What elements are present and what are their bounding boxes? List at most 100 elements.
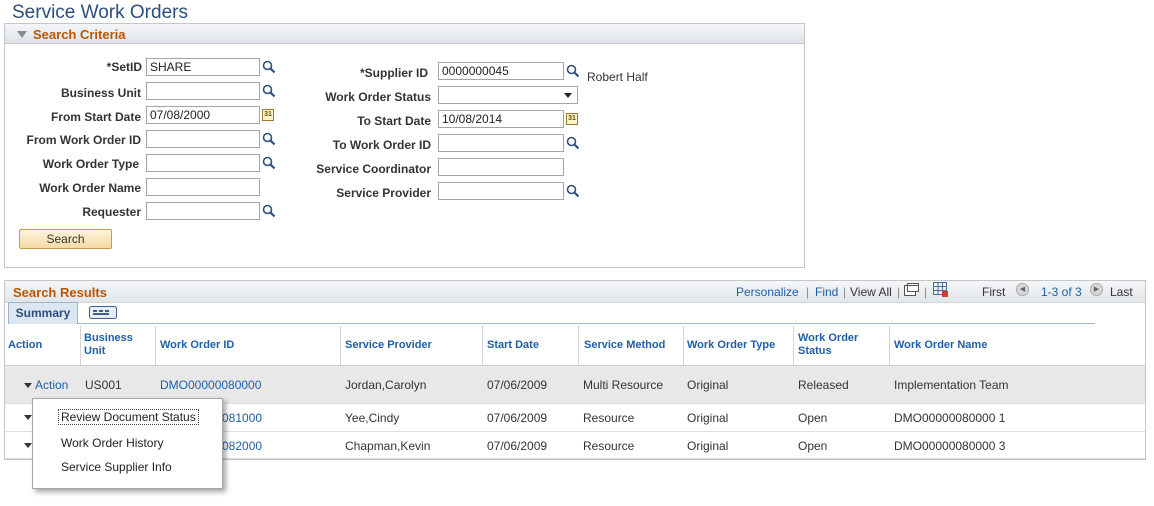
download-spreadsheet-icon[interactable]	[933, 282, 949, 297]
business-unit-label: Business Unit	[60, 86, 141, 100]
cell-work-order-name: DMO00000080000 1	[894, 411, 1006, 425]
header-separator: |	[897, 285, 901, 299]
from-start-date-input[interactable]: 07/08/2000	[146, 106, 260, 124]
view-all-link[interactable]: View All	[850, 285, 892, 299]
show-all-columns-icon[interactable]	[89, 306, 117, 319]
service-provider-input[interactable]	[438, 182, 564, 200]
requester-input[interactable]	[146, 202, 260, 220]
setid-lookup-icon[interactable]	[262, 60, 276, 74]
column-divider	[683, 326, 684, 366]
menu-item-work-order-history[interactable]: Work Order History	[61, 436, 163, 450]
first-label: First	[982, 285, 1006, 299]
work-order-type-label: Work Order Type	[42, 157, 139, 171]
cell-work-order-id-link[interactable]: DMO00000080000	[160, 378, 261, 392]
cell-business-unit: US001	[85, 378, 122, 392]
column-header-service-provider[interactable]: Service Provider	[345, 339, 432, 352]
column-header-service-method[interactable]: Service Method	[584, 339, 665, 352]
action-popup-menu: Review Document Status Work Order Histor…	[32, 398, 223, 489]
service-coordinator-input[interactable]	[438, 158, 564, 176]
work-order-status-select[interactable]	[438, 86, 578, 104]
cell-work-order-id-link[interactable]: 081000	[222, 411, 262, 425]
cell-service-method: Resource	[583, 411, 635, 425]
supplier-name: Robert Half	[587, 70, 648, 84]
from-work-order-id-lookup-icon[interactable]	[262, 132, 276, 146]
column-header-work-order-type[interactable]: Work Order Type	[687, 339, 775, 352]
menu-item-service-supplier-info[interactable]: Service Supplier Info	[61, 460, 172, 474]
header-separator: |	[843, 285, 847, 299]
column-header-start-date[interactable]: Start Date	[487, 339, 539, 352]
work-order-status-label: Work Order Status	[325, 90, 431, 104]
search-button[interactable]: Search	[19, 229, 112, 249]
column-header-status-line1: Work Order	[798, 332, 859, 344]
previous-page-icon[interactable]: ◀	[1016, 283, 1029, 296]
cell-work-order-type: Original	[687, 439, 729, 453]
column-divider	[155, 326, 156, 366]
work-order-type-input[interactable]	[146, 154, 260, 172]
column-header-work-order-status[interactable]: Work Order Status	[798, 332, 858, 358]
cell-service-method: Resource	[583, 439, 635, 453]
business-unit-input[interactable]	[146, 82, 260, 100]
to-start-date-input[interactable]: 10/08/2014	[438, 110, 564, 128]
work-order-name-input[interactable]	[146, 178, 260, 196]
from-work-order-id-label: From Work Order ID	[26, 133, 141, 147]
setid-label: *SetID	[106, 60, 142, 74]
column-header-work-order-name[interactable]: Work Order Name	[894, 339, 987, 352]
cell-work-order-name: DMO00000080000 3	[894, 439, 1006, 453]
column-divider	[793, 326, 794, 366]
cell-work-order-id-link[interactable]: 082000	[222, 439, 262, 453]
cell-service-method: Multi Resource	[583, 378, 664, 392]
to-work-order-id-lookup-icon[interactable]	[566, 136, 580, 150]
last-label: Last	[1110, 285, 1133, 299]
from-start-date-calendar-icon[interactable]: 31	[262, 109, 274, 121]
column-header-status-line2: Status	[798, 345, 832, 357]
requester-lookup-icon[interactable]	[262, 204, 276, 218]
cell-status: Released	[798, 378, 849, 392]
supplier-id-lookup-icon[interactable]	[566, 64, 580, 78]
service-coordinator-label: Service Coordinator	[316, 162, 431, 176]
to-work-order-id-label: To Work Order ID	[332, 138, 431, 152]
work-order-type-lookup-icon[interactable]	[262, 156, 276, 170]
cell-service-provider: Chapman,Kevin	[345, 439, 431, 453]
cell-start-date: 07/06/2009	[487, 378, 548, 392]
requester-label: Requester	[82, 205, 141, 219]
personalize-link[interactable]: Personalize	[736, 285, 799, 299]
new-window-icon[interactable]	[904, 283, 919, 296]
column-header-work-order-id[interactable]: Work Order ID	[160, 339, 234, 352]
dropdown-arrow-icon	[564, 93, 572, 98]
menu-item-review-document-status[interactable]: Review Document Status	[58, 409, 199, 425]
tab-divider	[78, 323, 1095, 324]
cell-status: Open	[798, 439, 828, 453]
header-separator: |	[806, 285, 810, 299]
column-divider	[482, 326, 483, 366]
row-range: 1-3 of 3	[1041, 285, 1082, 299]
next-page-icon[interactable]: ▶	[1090, 283, 1103, 296]
service-provider-lookup-icon[interactable]	[566, 184, 580, 198]
service-provider-label: Service Provider	[336, 186, 431, 200]
column-divider	[340, 326, 341, 366]
column-divider	[889, 326, 890, 366]
column-header-business-unit[interactable]: Business Unit	[84, 332, 133, 358]
to-start-date-calendar-icon[interactable]: 31	[566, 113, 578, 125]
column-divider	[80, 326, 81, 366]
column-divider	[578, 326, 579, 366]
action-link[interactable]: Action	[35, 378, 68, 392]
tab-summary[interactable]: Summary	[8, 302, 78, 324]
to-work-order-id-input[interactable]	[438, 134, 564, 152]
search-results-header: Search Results	[5, 281, 1145, 303]
setid-input[interactable]: SHARE	[146, 58, 260, 76]
find-link[interactable]: Find	[815, 285, 838, 299]
column-header-action[interactable]: Action	[8, 339, 42, 352]
cell-status: Open	[798, 411, 828, 425]
cell-service-provider: Yee,Cindy	[345, 411, 400, 425]
action-dropdown-icon[interactable]	[24, 415, 32, 420]
search-results-title: Search Results	[13, 285, 107, 300]
action-dropdown-icon[interactable]	[24, 383, 32, 388]
search-criteria-header[interactable]: Search Criteria	[5, 24, 804, 44]
action-dropdown-icon[interactable]	[24, 443, 32, 448]
header-separator: |	[924, 285, 928, 299]
cell-work-order-type: Original	[687, 411, 729, 425]
business-unit-lookup-icon[interactable]	[262, 84, 276, 98]
collapse-triangle-icon[interactable]	[17, 31, 27, 38]
supplier-id-input[interactable]: 0000000045	[438, 62, 564, 80]
from-work-order-id-input[interactable]	[146, 130, 260, 148]
